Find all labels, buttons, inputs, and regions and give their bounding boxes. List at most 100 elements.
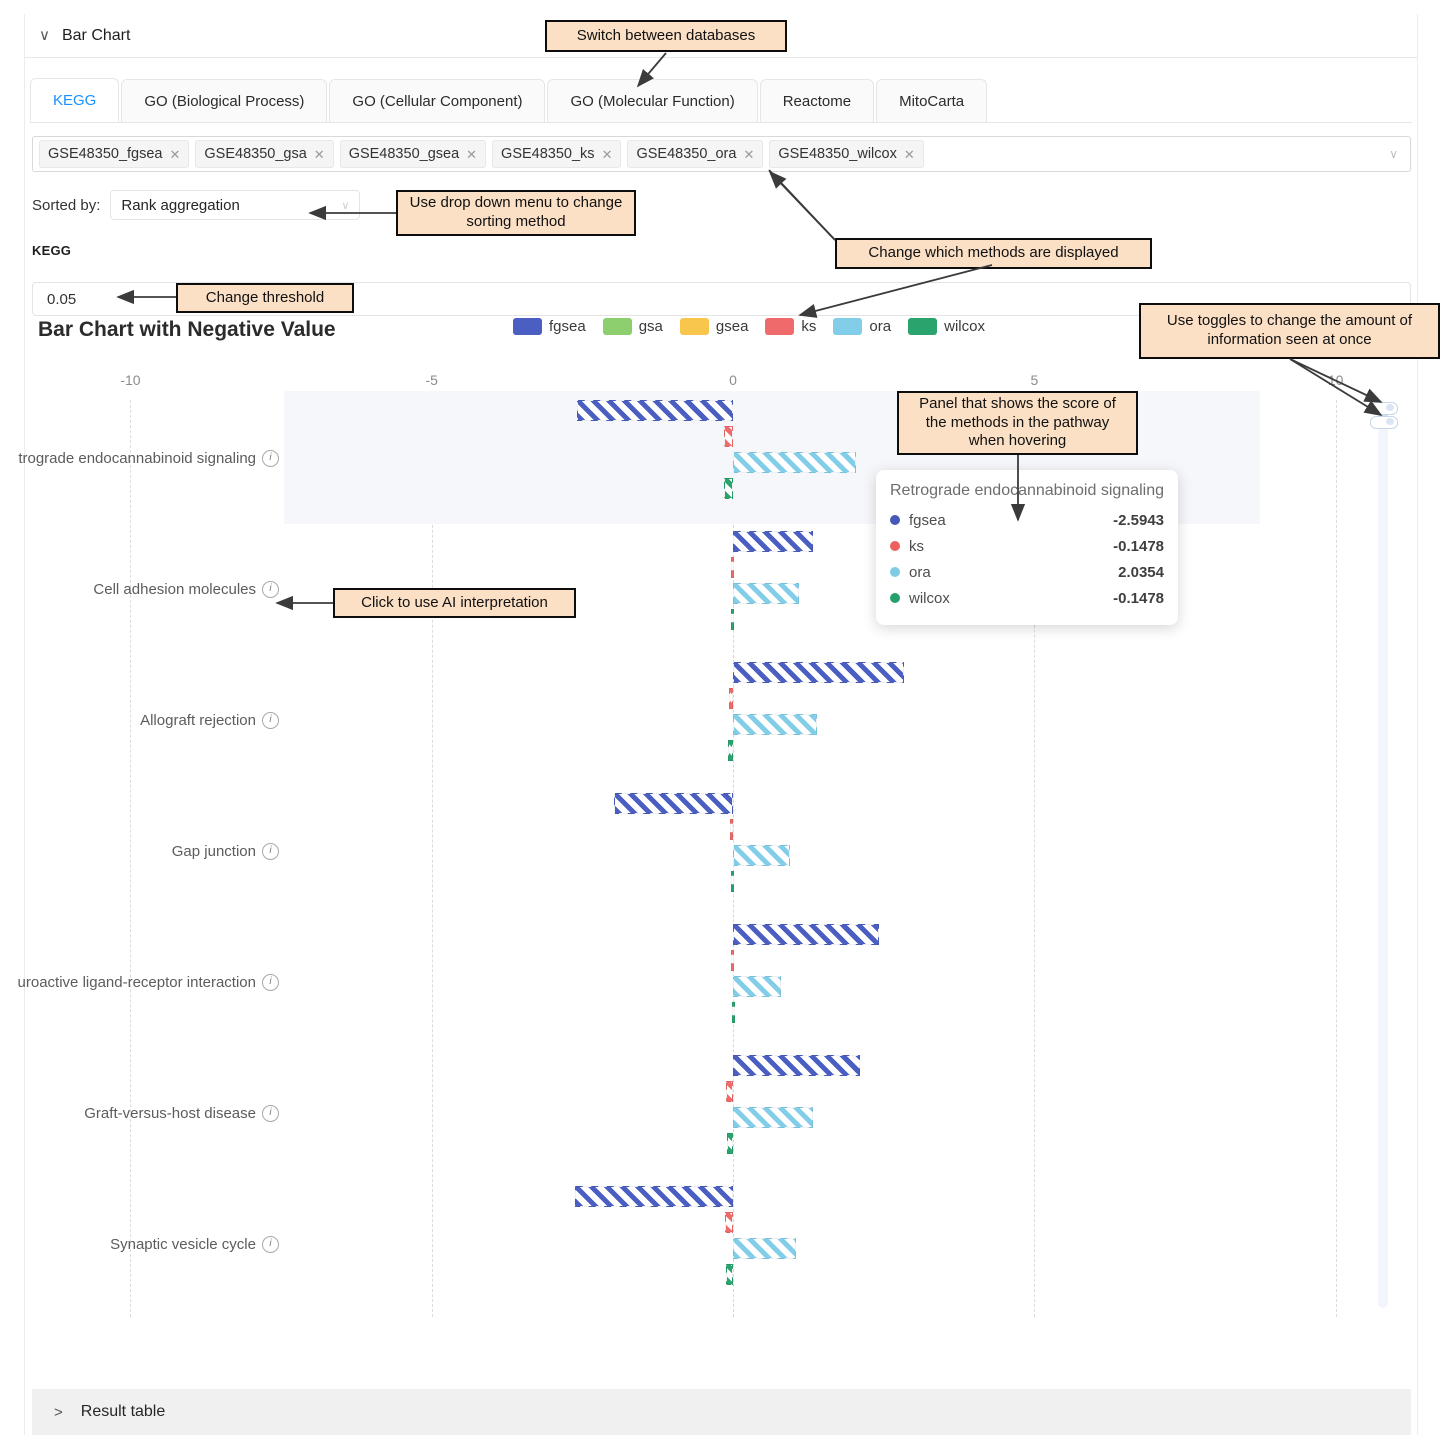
bar-wilcox[interactable] [724,478,733,499]
toggle-information-density-2[interactable] [1370,416,1398,429]
info-icon[interactable]: i [262,1105,279,1122]
callout-change-methods: Change which methods are displayed [835,238,1152,269]
method-chip[interactable]: GSE48350_ks ✕ [492,140,621,168]
legend-label: wilcox [944,318,985,335]
sorting-select[interactable]: Rank aggregation ∨ [110,190,360,220]
category-label[interactable]: Cell adhesion moleculesi [93,581,279,598]
method-chip[interactable]: GSE48350_ora✕ [627,140,763,168]
legend-swatch [603,318,632,335]
bar-ora[interactable] [733,714,817,735]
bar-ks[interactable] [724,426,733,447]
category-label[interactable]: Synaptic vesicle cyclei [110,1236,279,1253]
method-chip-label: GSE48350_ks [501,146,595,162]
bar-wilcox[interactable] [731,871,734,892]
method-chip[interactable]: GSE48350_fgsea ✕ [39,140,189,168]
tooltip-series-dot [890,567,900,577]
bar-ora[interactable] [733,583,799,604]
bar-ora[interactable] [733,452,856,473]
tab-go-molecular-function[interactable]: GO (Molecular Function) [547,79,757,122]
bar-ks[interactable] [726,1081,733,1102]
bar-fgsea[interactable] [733,662,904,683]
tooltip-row: ks-0.1478 [890,533,1164,559]
info-icon[interactable]: i [262,712,279,729]
tooltip-row: wilcox-0.1478 [890,585,1164,611]
bar-ks[interactable] [731,950,734,971]
legend-item-gsea[interactable]: gsea [680,318,749,335]
legend-item-ora[interactable]: ora [833,318,891,335]
toggle-knob [1386,418,1394,425]
bar-wilcox[interactable] [732,1002,735,1023]
result-table-section[interactable]: > Result table [32,1389,1411,1435]
database-tabs: KEGGGO (Biological Process)GO (Cellular … [30,78,1412,123]
bar-ks[interactable] [730,819,733,840]
bar-fgsea[interactable] [733,924,879,945]
bar-fgsea[interactable] [733,1055,860,1076]
close-icon[interactable]: ✕ [904,148,915,161]
method-select[interactable]: GSE48350_fgsea✕GSE48350_gsa✕GSE48350_gse… [32,136,1411,172]
chevron-right-icon[interactable]: > [54,1404,63,1421]
bar-ora[interactable] [733,845,790,866]
bar-fgsea[interactable] [577,400,733,421]
bar-fgsea[interactable] [614,793,733,814]
legend-item-gsa[interactable]: gsa [603,318,663,335]
chart-title: Bar Chart with Negative Value [38,318,336,342]
bar-ks[interactable] [729,688,733,709]
threshold-value: 0.05 [47,291,76,308]
bar-ora[interactable] [733,976,781,997]
category-label[interactable]: Allograft rejectioni [140,712,279,729]
info-icon[interactable]: i [262,974,279,991]
category-label[interactable]: Graft-versus-host diseasei [84,1105,279,1122]
chevron-down-icon[interactable]: ∨ [1389,147,1404,161]
bar-fgsea[interactable] [575,1186,733,1207]
gridline [130,400,132,1317]
category-label[interactable]: Gap junctioni [172,843,279,860]
info-icon[interactable]: i [262,581,279,598]
vertical-scrollbar[interactable] [1378,408,1388,1308]
info-icon[interactable]: i [262,1236,279,1253]
chevron-down-icon[interactable]: ∨ [341,199,349,212]
close-icon[interactable]: ✕ [466,148,477,161]
bar-fgsea[interactable] [733,531,813,552]
tab-mitocarta[interactable]: MitoCarta [876,79,987,122]
bar-wilcox[interactable] [728,740,733,761]
bar-ks[interactable] [731,557,734,578]
info-icon[interactable]: i [262,843,279,860]
method-chip-label: GSE48350_fgsea [48,146,162,162]
bar-wilcox[interactable] [727,1133,733,1154]
legend-label: fgsea [549,318,586,335]
category-label[interactable]: trograde endocannabinoid signalingi [18,450,279,467]
bar-wilcox[interactable] [731,609,734,630]
bar-ks[interactable] [725,1212,733,1233]
category-label[interactable]: uroactive ligand-receptor interactioni [18,974,279,991]
legend-item-ks[interactable]: ks [765,318,816,335]
tab-reactome[interactable]: Reactome [760,79,874,122]
info-icon[interactable]: i [262,450,279,467]
tooltip-title: Retrograde endocannabinoid signaling [890,482,1164,500]
legend-item-wilcox[interactable]: wilcox [908,318,985,335]
gridline [1336,400,1338,1317]
method-chip[interactable]: GSE48350_gsa✕ [195,140,333,168]
tab-kegg[interactable]: KEGG [30,78,119,122]
tab-go-biological-process[interactable]: GO (Biological Process) [121,79,327,122]
sorted-by-label: Sorted by: [32,197,100,214]
method-chip-list: GSE48350_fgsea✕GSE48350_gsa✕GSE48350_gse… [39,140,930,168]
x-tick-label: 5 [1030,372,1038,388]
method-chip[interactable]: GSE48350_wilcox✕ [769,140,923,168]
bar-ora[interactable] [733,1107,813,1128]
legend-swatch [908,318,937,335]
x-tick-label: 10 [1328,372,1344,388]
bar-wilcox[interactable] [726,1264,733,1285]
close-icon[interactable]: ✕ [602,148,613,161]
close-icon[interactable]: ✕ [743,148,754,161]
chevron-down-icon[interactable]: ∨ [39,28,50,43]
close-icon[interactable]: ✕ [314,148,325,161]
close-icon[interactable]: ✕ [169,148,180,161]
tab-go-cellular-component[interactable]: GO (Cellular Component) [329,79,545,122]
bar-ora[interactable] [733,1238,796,1259]
x-tick-label: -10 [120,372,140,388]
method-chip[interactable]: GSE48350_gsea✕ [340,140,486,168]
legend-item-fgsea[interactable]: fgsea [513,318,586,335]
toggle-information-density-1[interactable] [1370,402,1398,415]
legend-label: gsa [639,318,663,335]
callout-ai-interpretation: Click to use AI interpretation [333,588,576,618]
